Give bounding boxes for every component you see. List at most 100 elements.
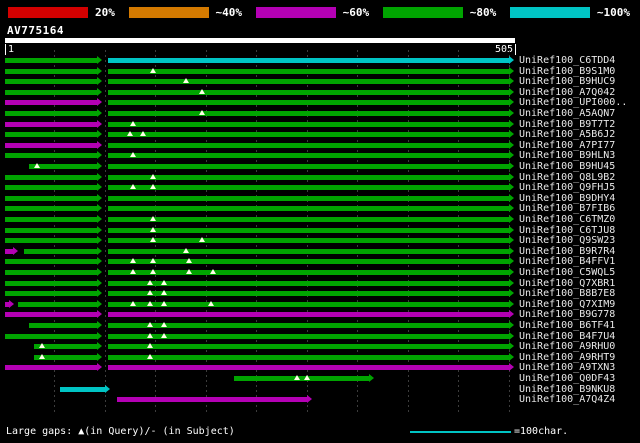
hit-label[interactable]: UniRef100_B9HLN3	[519, 151, 615, 161]
hit-label[interactable]: UniRef100_B6TF41	[519, 321, 615, 331]
alignment-segment[interactable]	[108, 121, 509, 127]
alignment-segment[interactable]	[5, 270, 97, 275]
alignment-segment[interactable]	[117, 397, 307, 403]
hit-label[interactable]: UniRef100_C6TDD4	[519, 56, 615, 66]
hit-label[interactable]: UniRef100_C6TMZ0	[519, 215, 615, 225]
alignment-segment[interactable]	[5, 227, 97, 233]
hit-label[interactable]: UniRef100_A5B6J2	[519, 130, 615, 140]
hit-label[interactable]: UniRef100_B9R7R4	[519, 246, 615, 257]
alignment-segment[interactable]	[5, 174, 97, 180]
hit-label[interactable]: UniRef100_A7Q042	[519, 87, 615, 98]
alignment-segment[interactable]	[108, 185, 509, 191]
alignment-segment[interactable]	[108, 58, 509, 63]
alignment-segment[interactable]	[108, 111, 509, 116]
identity-scale-item: ~80%	[382, 6, 496, 19]
alignment-segment[interactable]	[5, 333, 97, 339]
alignment-segment[interactable]	[5, 195, 97, 201]
hit-label[interactable]: UniRef100_B9DHY4	[519, 193, 615, 204]
alignment-segment[interactable]	[108, 354, 509, 360]
alignment-segment[interactable]	[108, 153, 509, 159]
hit-label[interactable]: UniRef100_A5AQN7	[519, 109, 615, 119]
hit-label[interactable]: UniRef100_A9RHT9	[519, 352, 615, 363]
alignment-segment[interactable]	[5, 206, 97, 212]
hit-label[interactable]: UniRef100_B9G778	[519, 310, 615, 320]
hit-label[interactable]: UniRef100_B9HUC9	[519, 77, 615, 87]
hit-label[interactable]: UniRef100_B4FFV1	[519, 257, 615, 267]
hit-label[interactable]: UniRef100_B4F7U4	[519, 331, 615, 342]
alignment-segment[interactable]	[108, 365, 509, 371]
alignment-segment[interactable]	[108, 333, 509, 339]
hit-label[interactable]: UniRef100_B8B7E8	[519, 289, 615, 299]
gap-triangle-icon	[293, 375, 300, 380]
hit-label[interactable]: UniRef100_C5WQL5	[519, 268, 615, 278]
alignment-segment[interactable]	[108, 259, 509, 265]
alignment-segment[interactable]	[108, 174, 509, 180]
alignment-segment[interactable]	[234, 376, 369, 381]
alignment-segment[interactable]	[108, 291, 509, 297]
hit-label[interactable]: UniRef100_A9TXN3	[519, 363, 615, 373]
hit-label[interactable]: UniRef100_Q7XIM9	[519, 299, 615, 310]
alignment-segment[interactable]	[108, 280, 509, 286]
alignment-segment[interactable]	[5, 89, 97, 95]
hit-label[interactable]: UniRef100_B9T7T2	[519, 119, 615, 130]
alignment-segment[interactable]	[5, 79, 97, 85]
alignment-segment[interactable]	[5, 259, 97, 265]
hit-label[interactable]: UniRef100_Q9FHJ5	[519, 183, 615, 193]
hit-label[interactable]: UniRef100_B9NKU8	[519, 384, 615, 395]
hit-label[interactable]: UniRef100_B9S1M0	[519, 66, 615, 77]
alignment-segment[interactable]	[108, 164, 509, 169]
hit-label[interactable]: UniRef100_UPI000..	[519, 98, 627, 108]
hit-label[interactable]: UniRef100_Q0DF43	[519, 374, 615, 384]
alignment-segment[interactable]	[5, 291, 97, 297]
alignment-segment[interactable]	[5, 100, 97, 106]
alignment-segment[interactable]	[108, 142, 509, 148]
alignment-segment[interactable]	[108, 195, 509, 201]
alignment-segment[interactable]	[108, 89, 509, 95]
hit-label[interactable]: UniRef100_A7PI77	[519, 140, 615, 151]
alignment-segment[interactable]	[108, 301, 509, 307]
alignment-segment[interactable]	[108, 323, 509, 328]
alignment-segment[interactable]	[108, 312, 509, 318]
gap-triangle-icon	[127, 131, 134, 137]
alignment-segment[interactable]	[29, 323, 97, 328]
hit-label[interactable]: UniRef100_A9RHU0	[519, 342, 615, 352]
hit-label[interactable]: UniRef100_A7Q4Z4	[519, 395, 615, 405]
alignment-segment[interactable]	[108, 68, 509, 74]
hit-label[interactable]: UniRef100_B9HU45	[519, 162, 615, 172]
alignment-segment[interactable]	[5, 248, 14, 254]
alignment-segment[interactable]	[108, 79, 509, 85]
alignment-segment[interactable]	[108, 132, 509, 138]
alignment-segment[interactable]	[18, 301, 97, 307]
alignment-segment[interactable]	[108, 227, 509, 233]
alignment-segment[interactable]	[5, 153, 97, 159]
hit-label[interactable]: UniRef100_C6TJU8	[519, 225, 615, 236]
alignment-segment[interactable]	[5, 111, 97, 116]
hit-label[interactable]: UniRef100_Q8L9B2	[519, 172, 615, 183]
alignment-segment[interactable]	[59, 386, 106, 392]
alignment-segment[interactable]	[5, 365, 97, 371]
alignment-segment[interactable]	[5, 68, 97, 74]
alignment-segment[interactable]	[108, 206, 509, 212]
hit-label[interactable]: UniRef100_B7FIB6	[519, 204, 615, 214]
alignment-segment[interactable]	[5, 280, 97, 286]
alignment-segment[interactable]	[5, 217, 97, 222]
hit-label[interactable]: UniRef100_Q9SW23	[519, 236, 615, 246]
alignment-segment[interactable]	[24, 248, 97, 254]
hit-label[interactable]: UniRef100_Q7XBR1	[519, 278, 615, 289]
alignment-segment[interactable]	[5, 238, 97, 244]
alignment-segment[interactable]	[5, 121, 97, 127]
segment-arrowhead-icon	[96, 98, 102, 107]
alignment-segment[interactable]	[108, 217, 509, 222]
alignment-segment[interactable]	[108, 238, 509, 244]
alignment-segment[interactable]	[108, 270, 509, 275]
alignment-segment[interactable]	[5, 132, 97, 138]
gap-triangle-icon	[150, 226, 157, 232]
alignment-segment[interactable]	[5, 142, 97, 148]
alignment-segment[interactable]	[5, 312, 97, 318]
segment-arrowhead-icon	[96, 193, 102, 202]
alignment-segment[interactable]	[108, 100, 509, 106]
alignment-segment[interactable]	[108, 248, 509, 254]
alignment-segment[interactable]	[108, 344, 509, 350]
alignment-segment[interactable]	[5, 58, 97, 63]
alignment-segment[interactable]	[5, 185, 97, 191]
